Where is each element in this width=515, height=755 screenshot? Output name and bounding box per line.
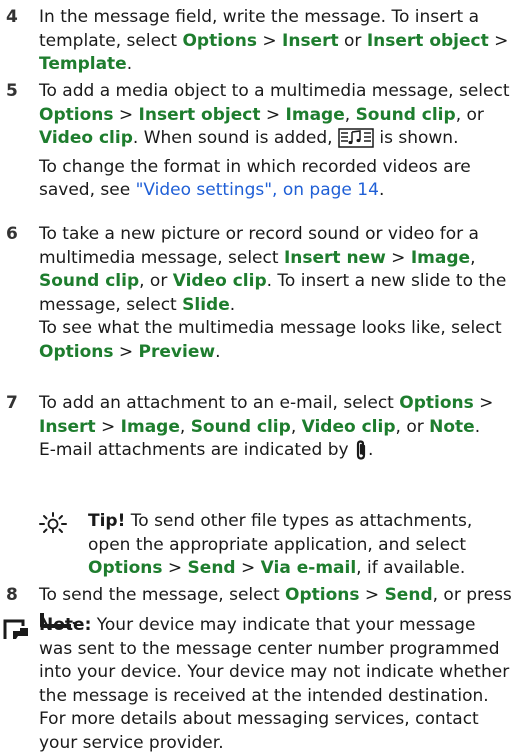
command-insert: Insert bbox=[282, 30, 339, 51]
tip-text: Tip! To send other file types as attachm… bbox=[88, 511, 473, 578]
command-image: Image bbox=[285, 104, 345, 125]
command-note: Note bbox=[429, 416, 475, 437]
step-text: To take a new picture or record sound or… bbox=[39, 224, 507, 362]
sound-clip-icon bbox=[338, 128, 374, 156]
note-label: Note: bbox=[39, 615, 92, 635]
note-text: Note: Your device may indicate that your… bbox=[39, 615, 510, 753]
command-options: Options bbox=[285, 585, 360, 605]
command-sound-clip: Sound clip bbox=[190, 416, 291, 437]
video-settings-link[interactable]: "Video settings", on page 14 bbox=[136, 180, 379, 200]
step-text: To add an attachment to an e-mail, selec… bbox=[39, 392, 513, 468]
command-sound-clip: Sound clip bbox=[39, 271, 140, 291]
command-via-email: Via e-mail bbox=[260, 558, 357, 578]
step-number: 5 bbox=[6, 81, 18, 101]
lightbulb-icon bbox=[36, 512, 70, 542]
command-options: Options bbox=[182, 30, 257, 51]
step-text: To add a media object to a multimedia me… bbox=[39, 81, 510, 200]
step-number: 6 bbox=[6, 224, 18, 244]
command-options: Options bbox=[39, 104, 114, 125]
command-insert-object: Insert object bbox=[366, 30, 489, 51]
step-number: 4 bbox=[6, 7, 18, 27]
command-insert: Insert bbox=[39, 416, 96, 437]
command-options: Options bbox=[88, 558, 163, 578]
tip-label: Tip! bbox=[88, 511, 126, 531]
note-hand-icon bbox=[2, 618, 30, 650]
paperclip-icon bbox=[354, 440, 368, 468]
command-template: Template bbox=[39, 54, 127, 74]
step-text: In the message field, write the message.… bbox=[39, 7, 509, 74]
command-image: Image bbox=[120, 416, 180, 437]
step-number: 8 bbox=[6, 585, 18, 605]
command-options: Options bbox=[39, 341, 114, 362]
command-insert-object: Insert object bbox=[138, 104, 261, 125]
command-slide: Slide bbox=[182, 294, 230, 315]
command-send: Send bbox=[384, 585, 433, 605]
command-preview: Preview bbox=[138, 341, 216, 362]
command-insert-new: Insert new bbox=[283, 247, 386, 268]
command-video-clip: Video clip bbox=[301, 416, 396, 437]
command-video-clip: Video clip bbox=[172, 271, 267, 291]
command-video-clip: Video clip bbox=[39, 128, 133, 148]
command-options: Options bbox=[399, 393, 474, 413]
step-number: 7 bbox=[6, 393, 18, 413]
command-image: Image bbox=[410, 247, 471, 268]
command-send: Send bbox=[187, 558, 236, 578]
command-sound-clip: Sound clip bbox=[355, 104, 456, 125]
